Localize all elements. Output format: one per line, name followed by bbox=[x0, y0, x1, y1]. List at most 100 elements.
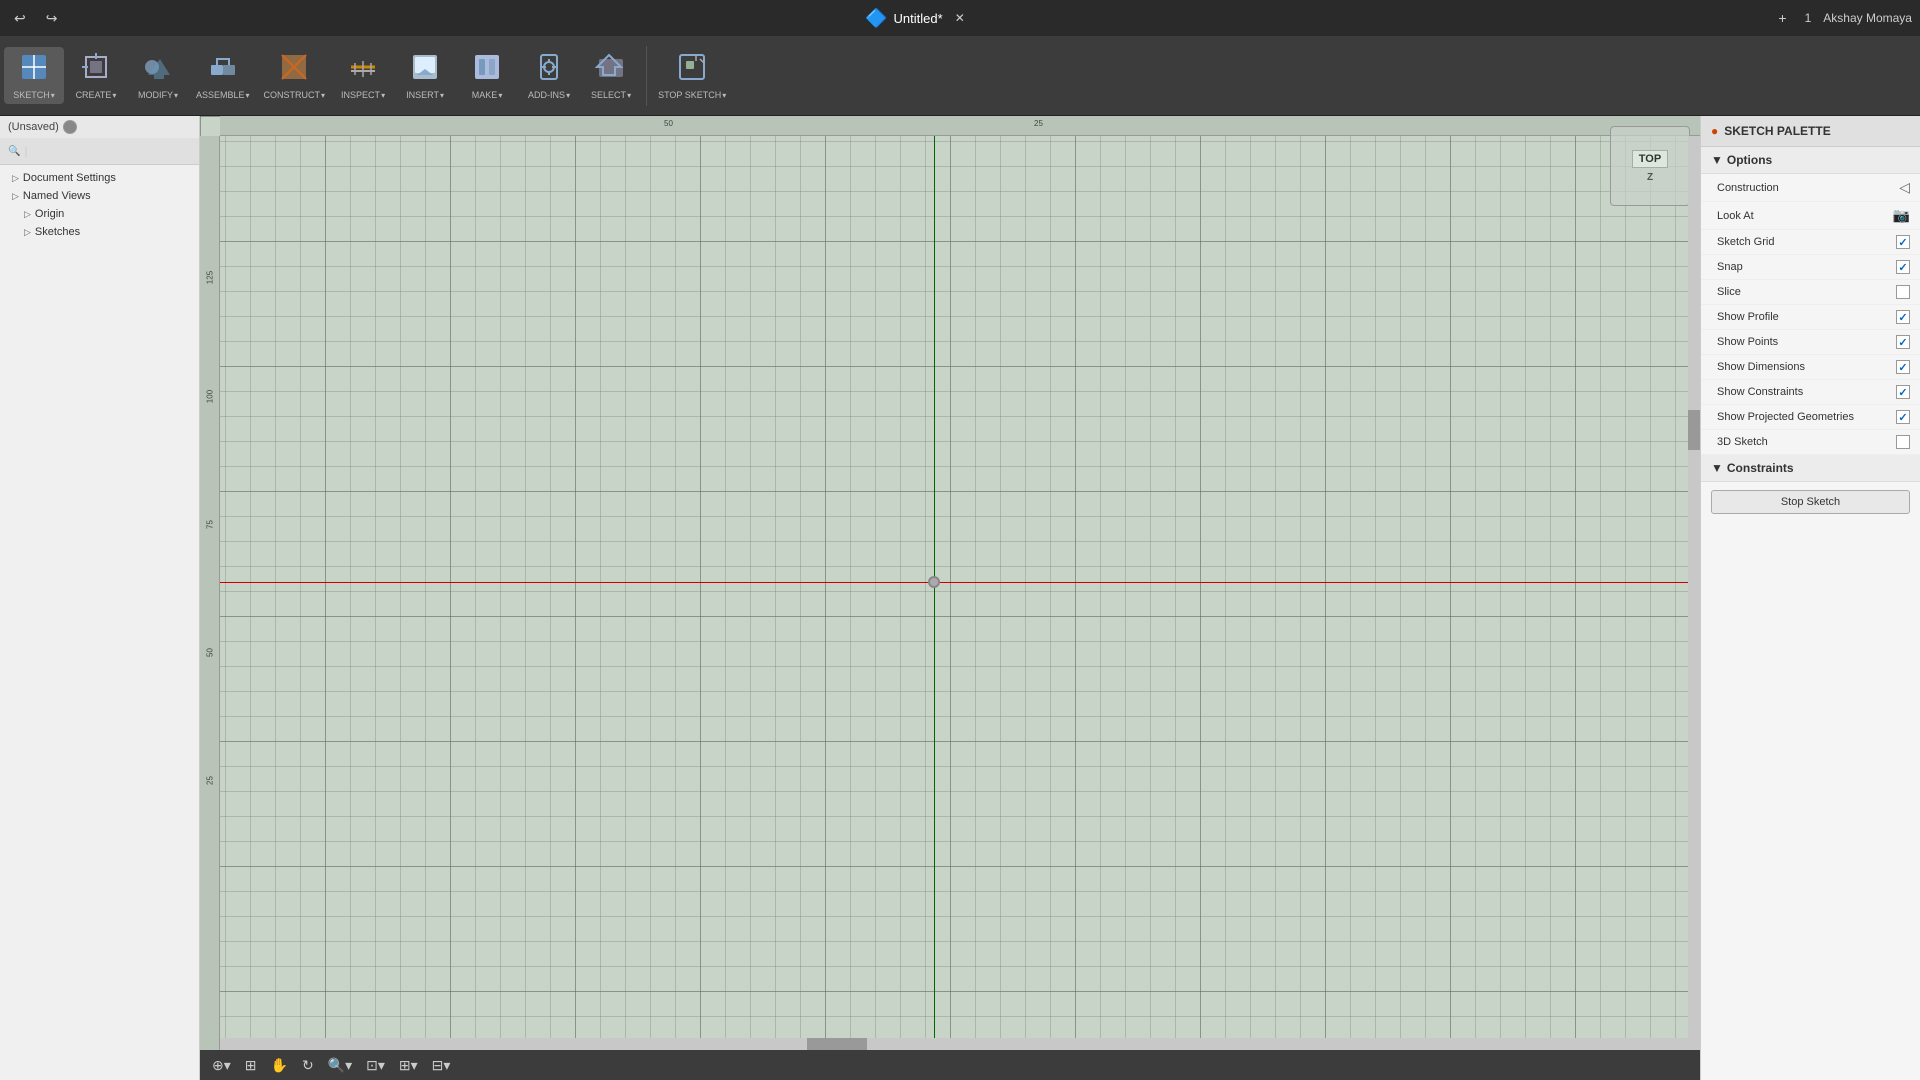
grid-toggle-button[interactable]: ⊞ bbox=[241, 1055, 261, 1076]
orbit-button[interactable]: ↻ bbox=[298, 1055, 318, 1076]
palette-row-construction[interactable]: Construction ◁ bbox=[1701, 174, 1920, 202]
toolbar-construct-group[interactable]: CONSTRUCT▾ bbox=[258, 47, 332, 104]
select-icon bbox=[595, 51, 627, 88]
scroll-thumb-vertical[interactable] bbox=[1688, 410, 1700, 450]
expand-arrow: ▷ bbox=[12, 173, 19, 184]
constraints-label: Constraints bbox=[1727, 461, 1794, 475]
3d-sketch-label: 3D Sketch bbox=[1717, 436, 1768, 448]
show-profile-checkbox[interactable] bbox=[1896, 310, 1910, 324]
assemble-label: ASSEMBLE▾ bbox=[196, 90, 250, 100]
palette-constraints-header[interactable]: ▼ Constraints bbox=[1701, 455, 1920, 482]
stopsketch-icon bbox=[676, 51, 708, 88]
toolbar-insert-group[interactable]: INSERT▾ bbox=[395, 47, 455, 104]
canvas-area[interactable]: 50 25 125 100 75 50 25 TOP Z bbox=[200, 116, 1700, 1080]
nav-cube-label: TOP bbox=[1639, 153, 1661, 165]
show-constraints-checkbox[interactable] bbox=[1896, 385, 1910, 399]
sidebar-label-sketches: Sketches bbox=[35, 226, 80, 238]
palette-row-show-constraints[interactable]: Show Constraints bbox=[1701, 380, 1920, 405]
toolbar-select-group[interactable]: SELECT▾ bbox=[581, 47, 641, 104]
stop-sketch-label: Stop Sketch bbox=[1781, 496, 1840, 508]
sidebar-item-origin[interactable]: ▷ Origin bbox=[0, 205, 199, 223]
sidebar-item-sketches[interactable]: ▷ Sketches bbox=[0, 223, 199, 241]
palette-row-show-points[interactable]: Show Points bbox=[1701, 330, 1920, 355]
construction-icon: ◁ bbox=[1899, 179, 1910, 196]
main-container: (Unsaved) 🔍 | ▷ Document Settings ▷ Name… bbox=[0, 116, 1920, 1080]
construct-label: CONSTRUCT▾ bbox=[264, 90, 326, 100]
create-icon bbox=[80, 51, 112, 88]
toolbar-addins-group[interactable]: ADD-INS▾ bbox=[519, 47, 579, 104]
3d-sketch-checkbox[interactable] bbox=[1896, 435, 1910, 449]
titlebar-center: 🔷 Untitled* ✕ bbox=[865, 8, 971, 29]
palette-row-slice[interactable]: Slice bbox=[1701, 280, 1920, 305]
show-projected-checkbox[interactable] bbox=[1896, 410, 1910, 424]
snap-checkbox[interactable] bbox=[1896, 260, 1910, 274]
nav-cube-z-label: Z bbox=[1647, 172, 1653, 183]
palette-row-show-profile[interactable]: Show Profile bbox=[1701, 305, 1920, 330]
toolbar-separator bbox=[646, 46, 647, 106]
layout-button[interactable]: ⊟▾ bbox=[428, 1055, 455, 1076]
scroll-track-vertical[interactable] bbox=[1688, 136, 1700, 1050]
sidebar-document-header: (Unsaved) bbox=[0, 116, 199, 138]
ruler-mark-125: 125 bbox=[206, 270, 215, 286]
sidebar-label-named-views: Named Views bbox=[23, 190, 91, 202]
ruler-top: 50 25 bbox=[220, 116, 1700, 136]
grid-button[interactable]: ⊞▾ bbox=[395, 1055, 422, 1076]
palette-row-sketch-grid[interactable]: Sketch Grid bbox=[1701, 230, 1920, 255]
ruler-mark-50-v: 50 bbox=[206, 644, 215, 660]
palette-row-snap[interactable]: Snap bbox=[1701, 255, 1920, 280]
create-label: CREATE▾ bbox=[76, 90, 117, 100]
palette-header: ● SKETCH PALETTE bbox=[1701, 116, 1920, 147]
sketch-grid-label: Sketch Grid bbox=[1717, 236, 1774, 248]
toolbar-stopsketch-group[interactable]: STOP SKETCH▾ bbox=[652, 47, 732, 104]
toolbar-make-group[interactable]: MAKE▾ bbox=[457, 47, 517, 104]
stop-sketch-button[interactable]: Stop Sketch bbox=[1711, 490, 1910, 514]
options-collapse-arrow: ▼ bbox=[1711, 153, 1723, 167]
sidebar-item-document-settings[interactable]: ▷ Document Settings bbox=[0, 169, 199, 187]
search-placeholder: 🔍 bbox=[8, 146, 20, 157]
view-button[interactable]: ⊡▾ bbox=[362, 1055, 389, 1076]
sidebar-item-named-views[interactable]: ▷ Named Views bbox=[0, 187, 199, 205]
inspect-label: INSPECT▾ bbox=[341, 90, 385, 100]
nav-cube[interactable]: TOP Z bbox=[1610, 126, 1690, 206]
ruler-left: 125 100 75 50 25 bbox=[200, 136, 220, 1050]
undo-button[interactable]: ↩ bbox=[8, 8, 32, 29]
show-points-label: Show Points bbox=[1717, 336, 1778, 348]
expand-arrow: ▷ bbox=[24, 209, 31, 220]
modify-icon bbox=[142, 51, 174, 88]
pan-button[interactable]: ✋ bbox=[267, 1055, 292, 1076]
toolbar-sketch-group[interactable]: SKETCH▾ bbox=[4, 47, 64, 104]
nav-cube-top-face[interactable]: TOP bbox=[1632, 150, 1668, 168]
scroll-track-horizontal[interactable] bbox=[220, 1038, 1688, 1050]
slice-label: Slice bbox=[1717, 286, 1741, 298]
toolbar: SKETCH▾ CREATE▾ MODIFY▾ bbox=[0, 36, 1920, 116]
insert-label: INSERT▾ bbox=[406, 90, 444, 100]
palette-row-show-projected[interactable]: Show Projected Geometries bbox=[1701, 405, 1920, 430]
toolbar-inspect-group[interactable]: INSPECT▾ bbox=[333, 47, 393, 104]
palette-row-show-dimensions[interactable]: Show Dimensions bbox=[1701, 355, 1920, 380]
slice-checkbox[interactable] bbox=[1896, 285, 1910, 299]
show-dimensions-label: Show Dimensions bbox=[1717, 361, 1805, 373]
snap-button[interactable]: ⊕▾ bbox=[208, 1055, 235, 1076]
ruler-mark-75: 75 bbox=[206, 516, 215, 532]
scroll-thumb-horizontal[interactable] bbox=[807, 1038, 867, 1050]
show-points-checkbox[interactable] bbox=[1896, 335, 1910, 349]
toolbar-create-group[interactable]: CREATE▾ bbox=[66, 47, 126, 104]
close-tab-button[interactable]: ✕ bbox=[949, 9, 971, 27]
palette-title: SKETCH PALETTE bbox=[1724, 124, 1830, 138]
show-dimensions-checkbox[interactable] bbox=[1896, 360, 1910, 374]
toolbar-assemble-group[interactable]: ASSEMBLE▾ bbox=[190, 47, 256, 104]
redo-button[interactable]: ↪ bbox=[40, 8, 64, 29]
show-profile-label: Show Profile bbox=[1717, 311, 1779, 323]
zoom-button[interactable]: 🔍▾ bbox=[324, 1055, 356, 1076]
sketch-grid-checkbox[interactable] bbox=[1896, 235, 1910, 249]
palette-options-header[interactable]: ▼ Options bbox=[1701, 147, 1920, 174]
sidebar-options-button[interactable] bbox=[63, 120, 77, 134]
ruler-mark-100: 100 bbox=[206, 388, 215, 404]
constraints-collapse-arrow: ▼ bbox=[1711, 461, 1723, 475]
add-tab-button[interactable]: + bbox=[1772, 8, 1792, 28]
look-at-label: Look At bbox=[1717, 210, 1754, 222]
toolbar-modify-group[interactable]: MODIFY▾ bbox=[128, 47, 188, 104]
expand-arrow: ▷ bbox=[24, 227, 31, 238]
palette-row-3d-sketch[interactable]: 3D Sketch bbox=[1701, 430, 1920, 455]
palette-row-look-at[interactable]: Look At 📷 bbox=[1701, 202, 1920, 230]
